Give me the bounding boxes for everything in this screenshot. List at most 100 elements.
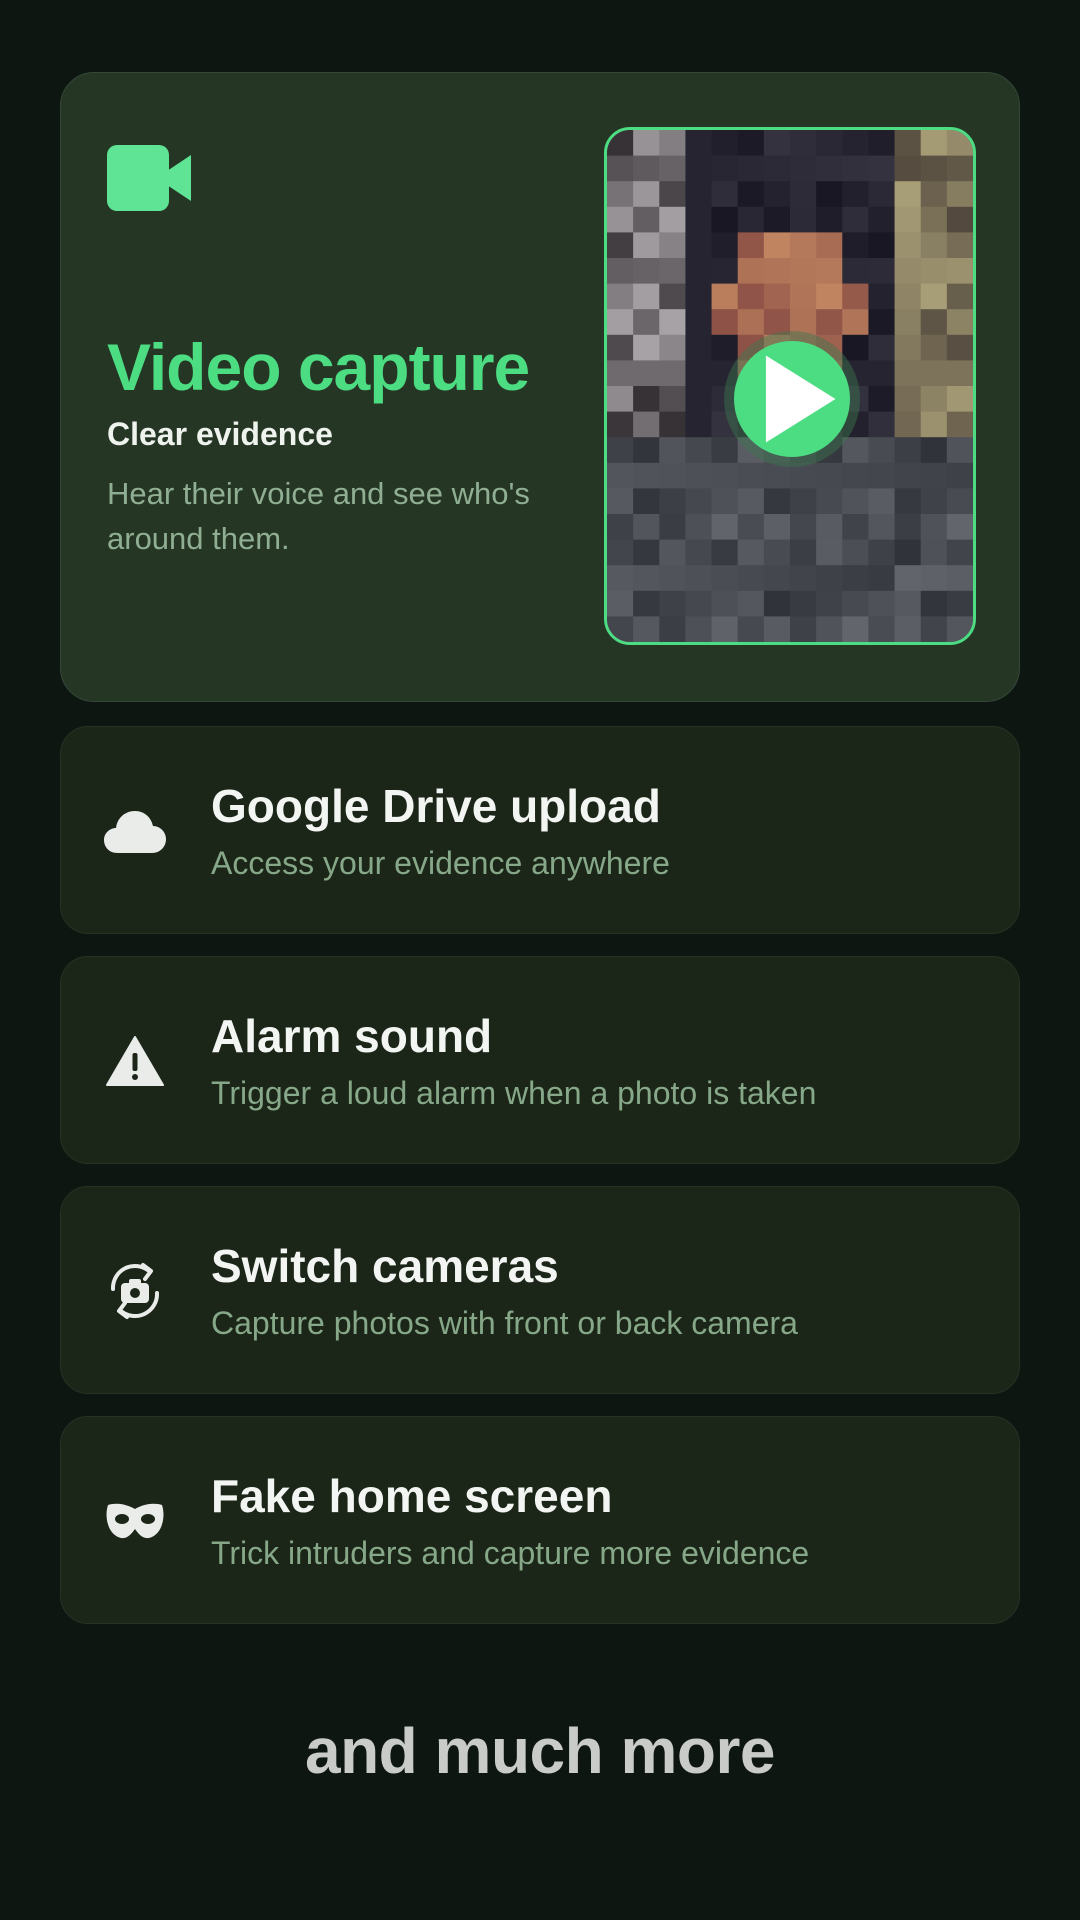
- thumbnail-pixel: [894, 181, 922, 208]
- thumbnail-pixel: [659, 181, 686, 208]
- thumbnail-pixel: [685, 360, 713, 387]
- video-preview[interactable]: [604, 127, 976, 645]
- thumbnail-pixel: [816, 206, 843, 233]
- thumbnail-pixel: [790, 539, 817, 566]
- thumbnail-pixel: [868, 590, 896, 617]
- thumbnail-pixel: [816, 488, 843, 515]
- thumbnail-pixel: [633, 360, 660, 387]
- thumbnail-pixel: [920, 309, 948, 336]
- thumbnail-pixel: [685, 181, 713, 208]
- thumbnail-pixel: [659, 539, 686, 566]
- thumbnail-pixel: [790, 181, 817, 208]
- thumbnail-pixel: [816, 590, 843, 617]
- thumbnail-pixel: [763, 590, 791, 617]
- thumbnail-pixel: [659, 462, 686, 489]
- thumbnail-pixel: [946, 206, 973, 233]
- video-camera-icon: [107, 143, 191, 213]
- thumbnail-pixel: [842, 155, 869, 182]
- thumbnail-pixel: [711, 232, 739, 259]
- thumbnail-pixel: [816, 539, 843, 566]
- thumbnail-pixel: [790, 155, 817, 182]
- feature-card-alarm-sound[interactable]: Alarm sound Trigger a loud alarm when a …: [60, 956, 1020, 1164]
- thumbnail-pixel: [633, 616, 660, 642]
- play-button[interactable]: [734, 341, 850, 457]
- feature-card-switch-cameras[interactable]: Switch cameras Capture photos with front…: [60, 1186, 1020, 1394]
- thumbnail-pixel: [894, 514, 922, 541]
- thumbnail-pixel: [946, 232, 973, 259]
- thumbnail-pixel: [659, 155, 686, 182]
- thumbnail-pixel: [607, 462, 634, 489]
- thumbnail-pixel: [868, 616, 896, 642]
- thumbnail-pixel: [946, 283, 973, 310]
- thumbnail-pixel: [659, 206, 686, 233]
- thumbnail-pixel: [685, 514, 713, 541]
- thumbnail-pixel: [816, 232, 843, 259]
- thumbnail-pixel: [659, 590, 686, 617]
- thumbnail-pixel: [659, 616, 686, 642]
- thumbnail-pixel: [685, 565, 713, 592]
- thumbnail-pixel: [737, 181, 765, 208]
- thumbnail-pixel: [607, 334, 634, 361]
- thumbnail-pixel: [763, 283, 791, 310]
- thumbnail-pixel: [842, 258, 869, 285]
- thumbnail-pixel: [868, 258, 896, 285]
- thumbnail-pixel: [920, 411, 948, 438]
- thumbnail-pixel: [816, 283, 843, 310]
- thumbnail-pixel: [790, 565, 817, 592]
- thumbnail-pixel: [737, 488, 765, 515]
- thumbnail-pixel: [868, 386, 896, 413]
- thumbnail-pixel: [790, 514, 817, 541]
- thumbnail-pixel: [685, 206, 713, 233]
- feature-description: Trigger a loud alarm when a photo is tak…: [211, 1075, 817, 1111]
- thumbnail-pixel: [607, 616, 634, 642]
- thumbnail-pixel: [659, 360, 686, 387]
- and-much-more-text: and much more: [304, 1715, 776, 1787]
- thumbnail-pixel: [685, 283, 713, 310]
- thumbnail-pixel: [894, 232, 922, 259]
- thumbnail-pixel: [607, 590, 634, 617]
- thumbnail-pixel: [946, 437, 973, 464]
- thumbnail-pixel: [633, 181, 660, 208]
- thumbnail-pixel: [842, 181, 869, 208]
- thumbnail-pixel: [711, 590, 739, 617]
- thumbnail-pixel: [790, 616, 817, 642]
- thumbnail-pixel: [946, 386, 973, 413]
- thumbnail-pixel: [685, 462, 713, 489]
- thumbnail-pixel: [685, 309, 713, 336]
- thumbnail-pixel: [607, 488, 634, 515]
- hero-description: Hear their voice and see who's around th…: [107, 476, 530, 556]
- thumbnail-pixel: [659, 565, 686, 592]
- thumbnail-pixel: [868, 130, 896, 157]
- thumbnail-pixel: [946, 462, 973, 489]
- thumbnail-pixel: [607, 309, 634, 336]
- thumbnail-pixel: [737, 514, 765, 541]
- thumbnail-pixel: [946, 514, 973, 541]
- thumbnail-pixel: [894, 258, 922, 285]
- hero-subtitle: Clear evidence: [107, 416, 333, 452]
- feature-card-google-drive[interactable]: Google Drive upload Access your evidence…: [60, 726, 1020, 934]
- thumbnail-pixel: [868, 411, 896, 438]
- thumbnail-pixel: [946, 590, 973, 617]
- thumbnail-pixel: [790, 130, 817, 157]
- thumbnail-pixel: [920, 283, 948, 310]
- thumbnail-pixel: [711, 462, 739, 489]
- thumbnail-pixel: [920, 565, 948, 592]
- feature-card-fake-home-screen[interactable]: Fake home screen Trick intruders and cap…: [60, 1416, 1020, 1624]
- thumbnail-pixel: [633, 258, 660, 285]
- feature-description: Access your evidence anywhere: [211, 845, 670, 881]
- thumbnail-pixel: [763, 488, 791, 515]
- thumbnail-pixel: [868, 360, 896, 387]
- thumbnail-pixel: [946, 565, 973, 592]
- thumbnail-pixel: [685, 616, 713, 642]
- thumbnail-pixel: [685, 539, 713, 566]
- thumbnail-pixel: [868, 155, 896, 182]
- thumbnail-pixel: [659, 411, 686, 438]
- thumbnail-pixel: [816, 130, 843, 157]
- thumbnail-pixel: [946, 309, 973, 336]
- thumbnail-pixel: [633, 514, 660, 541]
- thumbnail-pixel: [920, 232, 948, 259]
- thumbnail-pixel: [894, 488, 922, 515]
- thumbnail-pixel: [763, 539, 791, 566]
- thumbnail-pixel: [816, 309, 843, 336]
- thumbnail-pixel: [946, 258, 973, 285]
